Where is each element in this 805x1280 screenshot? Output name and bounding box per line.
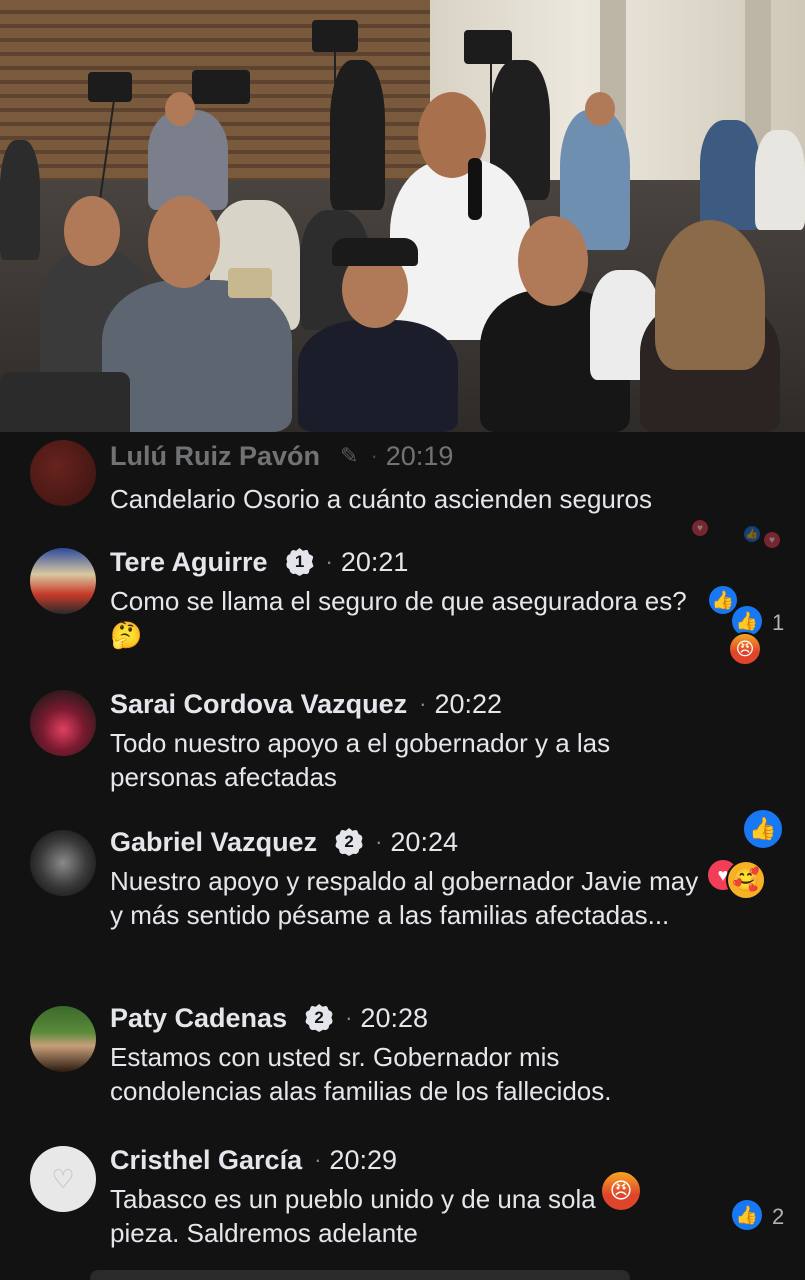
comment-header: Cristhel García · 20:29 — [110, 1142, 397, 1178]
care-icon[interactable]: 🥰 — [726, 860, 766, 900]
commenter-name[interactable]: Gabriel Vazquez — [110, 827, 317, 858]
comments-list[interactable]: Lulú Ruiz Pavón ✎ · 20:19 Candelario Oso… — [0, 432, 805, 1280]
rank-badge-icon: 1 — [285, 548, 314, 576]
person-head — [165, 92, 195, 126]
comment-time: 20:28 — [360, 1002, 428, 1033]
person-head — [148, 196, 220, 288]
chair — [0, 372, 130, 432]
camera-icon — [192, 70, 250, 104]
person — [755, 130, 805, 230]
microphone-icon — [468, 158, 482, 220]
comment-text: Nuestro apoyo y respaldo al gobernador J… — [110, 866, 699, 930]
comment-item: Sarai Cordova Vazquez · 20:22 Todo nuest… — [0, 686, 805, 796]
comment-item: ♡ Cristhel García · 20:29 Tabasco es un … — [0, 1142, 805, 1262]
reaction-count[interactable]: 1 — [772, 610, 784, 636]
commenter-name[interactable]: Sarai Cordova Vazquez — [110, 689, 407, 720]
avatar[interactable] — [30, 690, 96, 756]
comment-header: Gabriel Vazquez 2 · 20:24 — [110, 824, 458, 860]
separator-dot: · — [325, 549, 333, 574]
like-icon[interactable]: 👍 — [730, 1198, 764, 1232]
comment-text: Tabasco es un pueblo unido y de una sola… — [110, 1184, 596, 1248]
top-fan-icon: ✎ — [340, 443, 359, 468]
rank-badge-icon: 2 — [335, 828, 364, 856]
separator-dot: · — [345, 1005, 353, 1030]
comment-text: Candelario Osorio a cuánto ascienden seg… — [110, 484, 653, 514]
camera-icon — [312, 20, 358, 52]
commenter-name[interactable]: Paty Cadenas — [110, 1003, 287, 1034]
person — [298, 320, 458, 432]
comment-time: 20:24 — [390, 826, 458, 857]
comment-input-bar[interactable] — [90, 1270, 630, 1280]
person-head — [518, 216, 588, 306]
comment-text: Estamos con usted sr. Gobernador mis con… — [110, 1042, 612, 1106]
comment-time: 20:29 — [329, 1144, 397, 1175]
comment-item: Lulú Ruiz Pavón ✎ · 20:19 Candelario Oso… — [0, 436, 805, 550]
person — [0, 140, 40, 260]
like-icon[interactable]: 👍 — [742, 808, 784, 850]
person-head — [64, 196, 120, 266]
comment-item: Tere Aguirre 1 · 20:21 Como se llama el … — [0, 544, 805, 666]
person-head — [585, 92, 615, 126]
like-icon: 👍 — [742, 524, 762, 544]
person — [330, 60, 385, 210]
comment-text: Todo nuestro apoyo a el gobernador y a l… — [110, 728, 611, 792]
comment-item: Gabriel Vazquez 2 · 20:24 Nuestro apoyo … — [0, 808, 805, 974]
commenter-name[interactable]: Tere Aguirre — [110, 547, 268, 578]
commenter-name[interactable]: Cristhel García — [110, 1145, 302, 1176]
avatar[interactable] — [30, 548, 96, 614]
comment-time: 20:19 — [385, 440, 454, 471]
separator-dot: · — [419, 691, 427, 716]
comment-header: Tere Aguirre 1 · 20:21 — [110, 544, 408, 580]
comment-item: Paty Cadenas 2 · 20:28 Estamos con usted… — [0, 1000, 805, 1110]
comment-header: Paty Cadenas 2 · 20:28 — [110, 1000, 428, 1036]
avatar[interactable] — [30, 1006, 96, 1072]
rank-badge-icon: 2 — [305, 1004, 334, 1032]
avatar[interactable]: ♡ — [30, 1146, 96, 1212]
love-icon: ♥ — [690, 518, 710, 538]
separator-dot: · — [375, 829, 383, 854]
person — [102, 280, 292, 432]
commenter-name[interactable]: Lulú Ruiz Pavón — [110, 441, 320, 472]
camera-icon — [88, 72, 132, 102]
angry-icon[interactable]: 😠 — [728, 632, 762, 666]
person — [148, 110, 228, 210]
reaction-count[interactable]: 2 — [772, 1204, 784, 1230]
comment-header: Sarai Cordova Vazquez · 20:22 — [110, 686, 502, 722]
heart-outline-icon: ♡ — [51, 1163, 75, 1194]
live-video-frame[interactable] — [0, 0, 805, 432]
camera-icon — [464, 30, 512, 64]
comment-time: 20:22 — [434, 688, 503, 719]
person-hair — [655, 220, 765, 370]
separator-dot: · — [370, 443, 378, 468]
phone-icon — [228, 268, 272, 298]
cap — [332, 238, 418, 266]
comment-header: Lulú Ruiz Pavón ✎ · 20:19 — [110, 438, 453, 474]
comment-text: Como se llama el seguro de que asegurado… — [110, 586, 687, 650]
avatar[interactable] — [30, 830, 96, 896]
angry-icon[interactable]: 😠 — [600, 1170, 642, 1212]
separator-dot: · — [314, 1147, 322, 1172]
avatar[interactable] — [30, 440, 96, 506]
comment-time: 20:21 — [340, 546, 409, 577]
person — [700, 120, 760, 230]
